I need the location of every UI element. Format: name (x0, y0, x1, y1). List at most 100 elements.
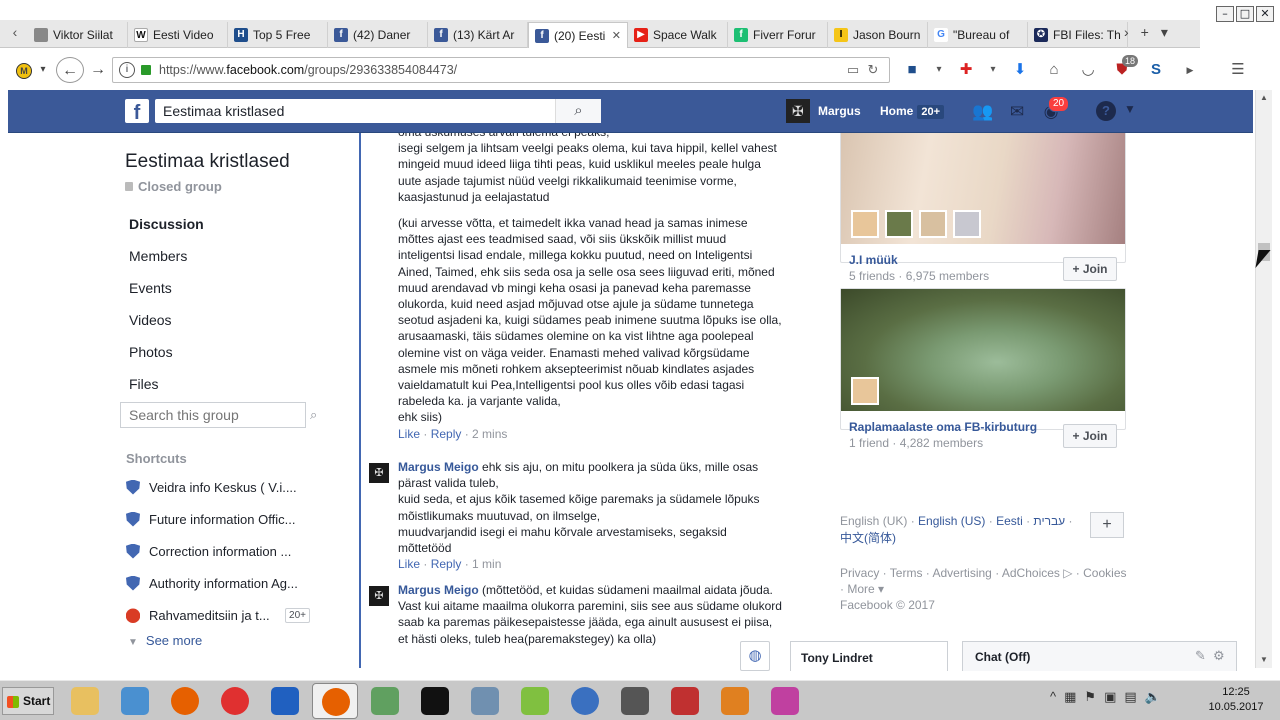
volume-icon[interactable]: 🔈 (1145, 689, 1161, 705)
browser-tab[interactable]: H Top 5 Free (228, 22, 328, 48)
taskbar-app[interactable] (262, 683, 308, 719)
clock[interactable]: 12:25 10.05.2017 (1196, 685, 1276, 715)
messenger-icon[interactable]: ✉ (1006, 101, 1028, 123)
taskbar-app[interactable] (462, 683, 508, 719)
see-more-link[interactable]: ▼ See more (128, 633, 202, 648)
group-nav-photos[interactable]: Photos (120, 338, 306, 370)
pocket-icon[interactable]: ◡ (1076, 59, 1100, 81)
shortcut-item[interactable]: Authority information Ag... (120, 567, 310, 599)
taskbar-app[interactable] (612, 683, 658, 719)
group-name[interactable]: J.I müük (849, 253, 898, 267)
shortcut-item[interactable]: Future information Offic... (120, 503, 310, 535)
comment-author[interactable]: Margus Meigo (398, 583, 479, 597)
friend-avatar[interactable] (953, 210, 981, 238)
page-scrollbar[interactable]: ▲ ▼ (1255, 90, 1272, 668)
language-link[interactable]: English (US) (918, 514, 985, 528)
footer-link[interactable]: More ▾ (847, 582, 884, 596)
tray-device-icon[interactable]: ▣ (1104, 689, 1116, 705)
first-aid-menu-chevron-icon[interactable]: ▾ (988, 59, 998, 81)
first-aid-icon[interactable]: ✚ (954, 59, 978, 81)
browser-tab[interactable]: ▶ Space Walk (628, 22, 728, 48)
close-window-button[interactable]: ✕ (1256, 6, 1274, 22)
shortcut-item[interactable]: Veidra info Keskus ( V.i.... (120, 471, 310, 503)
reload-icon[interactable]: ↻ (863, 62, 883, 78)
taskbar-app[interactable] (412, 683, 458, 719)
facebook-search-input[interactable] (155, 99, 555, 123)
help-icon[interactable]: ? (1096, 101, 1116, 121)
save-menu-chevron-icon[interactable]: ▾ (934, 59, 944, 81)
taskbar-app[interactable] (662, 683, 708, 719)
reply-link[interactable]: Reply (431, 427, 462, 441)
gear-icon[interactable]: ⚙ (1213, 648, 1225, 664)
like-link[interactable]: Like (398, 427, 420, 441)
group-nav-videos[interactable]: Videos (120, 306, 306, 338)
youtube-extension-icon[interactable]: ▶ (1178, 59, 1202, 81)
chat-sidebar-bar[interactable]: Chat (Off) ✎ ⚙ (962, 641, 1237, 671)
avatar[interactable]: ✠ (369, 586, 389, 606)
home-link[interactable]: Home 20+ (880, 104, 945, 119)
compose-icon[interactable]: ✎ (1195, 648, 1206, 664)
group-cover-photo[interactable] (841, 133, 1125, 244)
like-link[interactable]: Like (398, 557, 420, 571)
friend-requests-icon[interactable]: 👥 (972, 101, 994, 123)
facebook-logo-icon[interactable]: f (125, 99, 149, 124)
taskbar-app[interactable] (162, 683, 208, 719)
hamburger-menu-icon[interactable]: ☰ (1226, 59, 1250, 81)
chat-globe-icon[interactable]: ◍ (740, 641, 770, 671)
language-link[interactable]: עברית (1033, 514, 1065, 528)
browser-tab[interactable]: ✪ FBI Files: Th (1028, 22, 1128, 48)
footer-link[interactable]: Terms (890, 566, 923, 580)
taskbar-app[interactable] (512, 683, 558, 719)
adchoices-icon[interactable]: ▷ (1060, 566, 1072, 580)
footer-link[interactable]: AdChoices (1002, 566, 1060, 580)
taskbar-app[interactable] (62, 683, 108, 719)
flag-icon[interactable]: ⚑ (1084, 689, 1096, 705)
friend-avatar[interactable] (851, 210, 879, 238)
comment-author[interactable]: Margus Meigo (398, 460, 479, 474)
tab-scroll-right-icon[interactable]: › (1124, 24, 1129, 41)
back-arrow-icon[interactable]: ← (56, 57, 84, 83)
new-tab-icon[interactable]: + (1141, 24, 1149, 41)
network-icon[interactable]: ▤ (1124, 689, 1136, 705)
language-link[interactable]: 中文(简体) (840, 531, 896, 545)
close-tab-icon[interactable]: ✕ (612, 29, 621, 42)
language-link[interactable]: Eesti (996, 514, 1023, 528)
footer-link[interactable]: Advertising (932, 566, 991, 580)
tab-scroll-left-icon[interactable]: ‹ (6, 24, 24, 44)
maximize-button[interactable]: □ (1236, 6, 1254, 22)
save-disk-icon[interactable]: ■ (900, 59, 924, 81)
group-name[interactable]: Raplamaalaste oma FB-kirbuturg (849, 420, 1037, 434)
add-language-button[interactable]: + (1090, 512, 1124, 538)
friend-avatar[interactable] (885, 210, 913, 238)
browser-tab[interactable]: f Fiverr Forur (728, 22, 828, 48)
reply-link[interactable]: Reply (431, 557, 462, 571)
start-button[interactable]: Start (2, 687, 54, 715)
group-nav-members[interactable]: Members (120, 242, 306, 274)
group-nav-files[interactable]: Files (120, 370, 306, 402)
taskbar-app[interactable] (212, 683, 258, 719)
join-group-button[interactable]: + Join (1063, 257, 1117, 281)
browser-tab[interactable]: G "Bureau of (928, 22, 1028, 48)
site-info-icon[interactable]: i (119, 62, 135, 78)
reader-view-icon[interactable]: ▭ (843, 62, 863, 78)
browser-tab[interactable]: f (42) Daner (328, 22, 428, 48)
tray-expand-icon[interactable]: ^ (1050, 689, 1056, 705)
shortcut-item[interactable]: Correction information ... (120, 535, 310, 567)
group-search-input[interactable] (121, 407, 310, 423)
search-icon[interactable]: ⌕ (310, 407, 317, 423)
group-nav-events[interactable]: Events (120, 274, 306, 306)
join-group-button[interactable]: + Join (1063, 424, 1117, 448)
taskbar-app[interactable] (562, 683, 608, 719)
taskbar-app[interactable] (312, 683, 358, 719)
comment-timestamp[interactable]: 2 mins (472, 427, 507, 441)
group-cover-photo[interactable] (841, 289, 1125, 411)
addon-icon[interactable]: M (14, 57, 34, 83)
friend-avatar[interactable] (851, 377, 879, 405)
avatar[interactable]: ✠ (369, 463, 389, 483)
footer-link[interactable]: Cookies (1083, 566, 1126, 580)
url-text[interactable]: https://www.facebook.com/groups/29363385… (159, 63, 843, 77)
taskbar-app[interactable] (112, 683, 158, 719)
taskbar-app[interactable] (362, 683, 408, 719)
search-icon[interactable]: ⌕ (555, 99, 601, 123)
scroll-up-icon[interactable]: ▲ (1256, 90, 1272, 106)
